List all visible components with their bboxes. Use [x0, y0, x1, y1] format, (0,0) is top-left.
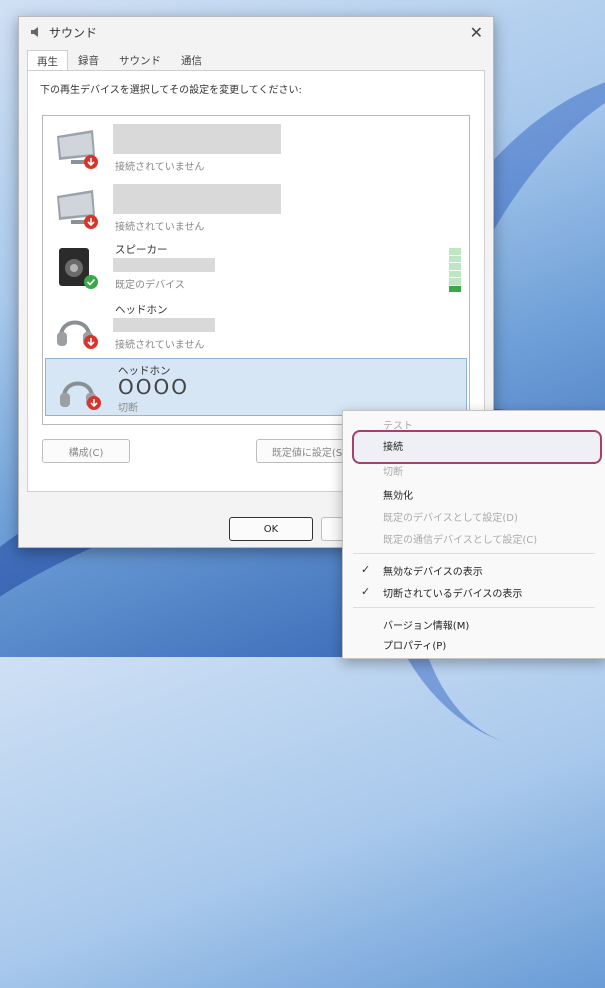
- monitor-icon: [57, 130, 98, 169]
- device-status: 既定のデバイス: [115, 280, 185, 291]
- tab-playback[interactable]: 再生: [27, 50, 68, 72]
- redacted-name: [113, 318, 215, 332]
- menu-item-disconnect[interactable]: 切断: [383, 463, 403, 478]
- tab-recording[interactable]: 録音: [68, 49, 109, 71]
- window-title: サウンド: [49, 25, 98, 40]
- menu-separator: [353, 553, 595, 554]
- check-icon: ✓: [361, 585, 371, 598]
- configure-button[interactable]: 構成(C): [42, 439, 130, 463]
- speaker-device-icon: [59, 248, 98, 289]
- menu-item-disable[interactable]: 無効化: [383, 487, 413, 502]
- menu-item-about[interactable]: バージョン情報(M): [383, 617, 469, 632]
- check-icon: ✓: [361, 563, 371, 576]
- device-model: OOOO: [118, 375, 189, 399]
- menu-separator: [353, 607, 595, 608]
- tab-communications[interactable]: 通信: [171, 49, 212, 71]
- instruction-text: 下の再生デバイスを選択してその設定を変更してください:: [40, 85, 302, 96]
- menu-item-connect[interactable]: 接続: [383, 438, 403, 453]
- ok-button[interactable]: OK: [229, 517, 313, 541]
- headphones-icon: [60, 381, 101, 410]
- monitor-icon: [57, 190, 98, 229]
- menu-item-properties[interactable]: プロパティ(P): [383, 637, 446, 652]
- speaker-icon: [31, 27, 38, 37]
- title-bar: サウンド ✕: [19, 17, 493, 47]
- redacted-name: [113, 124, 281, 154]
- close-icon[interactable]: ✕: [470, 23, 483, 42]
- default-badge-icon: [84, 275, 98, 289]
- list-item[interactable]: スピーカー 既定のデバイス: [43, 238, 469, 294]
- menu-item-test[interactable]: テスト: [383, 417, 413, 432]
- menu-item-set-default-comm[interactable]: 既定の通信デバイスとして設定(C): [383, 531, 537, 546]
- list-item[interactable]: ヘッドホン 接続されていません: [43, 298, 469, 354]
- headphones-icon: [57, 320, 98, 349]
- redacted-name: [113, 184, 281, 214]
- device-status: 接続されていません: [115, 222, 205, 233]
- list-item-selected[interactable]: ヘッドホン OOOO 切断: [45, 358, 467, 416]
- redacted-name: [113, 258, 215, 272]
- tab-sounds[interactable]: サウンド: [109, 49, 171, 71]
- device-status: 接続されていません: [115, 162, 205, 173]
- tab-bar: 再生 録音 サウンド 通信: [27, 49, 212, 72]
- device-status: 接続されていません: [115, 340, 205, 351]
- device-status: 切断: [118, 403, 138, 414]
- menu-item-set-default[interactable]: 既定のデバイスとして設定(D): [383, 509, 518, 524]
- menu-item-show-disabled[interactable]: 無効なデバイスの表示: [383, 563, 483, 578]
- menu-item-show-disconnected[interactable]: 切断されているデバイスの表示: [383, 585, 522, 600]
- device-name: ヘッドホン: [115, 304, 168, 316]
- list-item[interactable]: 接続されていません: [43, 178, 469, 234]
- device-list[interactable]: 接続されていません 接続されていません スピーカー 既定のデバイス ヘッドホン …: [42, 115, 470, 425]
- context-menu: テスト 接続 切断 無効化 既定のデバイスとして設定(D) 既定の通信デバイスと…: [342, 410, 605, 659]
- list-item[interactable]: 接続されていません: [43, 118, 469, 174]
- device-name: スピーカー: [115, 244, 168, 256]
- volume-level-meter: [449, 248, 461, 292]
